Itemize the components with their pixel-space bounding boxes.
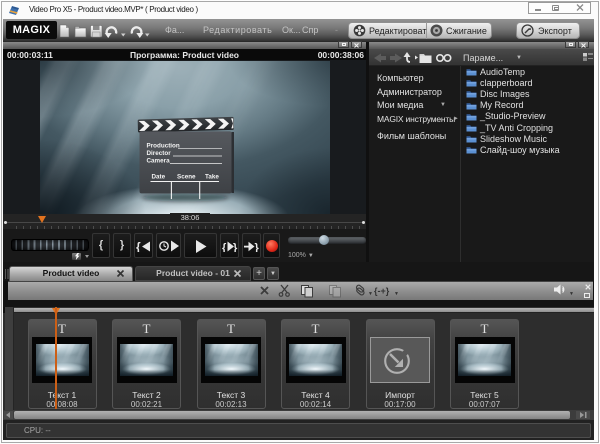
svg-text:}: }: [233, 242, 238, 252]
svg-text:Date: Date: [152, 174, 166, 181]
svg-text:Production: Production: [147, 142, 180, 149]
svg-text:Director: Director: [147, 150, 172, 157]
svg-text:Scene: Scene: [177, 174, 196, 181]
svg-text:{: {: [222, 242, 227, 252]
svg-text:}: }: [254, 242, 259, 252]
svg-text:Camera: Camera: [147, 158, 171, 165]
svg-text:Take: Take: [205, 174, 219, 181]
svg-text:{: {: [136, 241, 141, 252]
